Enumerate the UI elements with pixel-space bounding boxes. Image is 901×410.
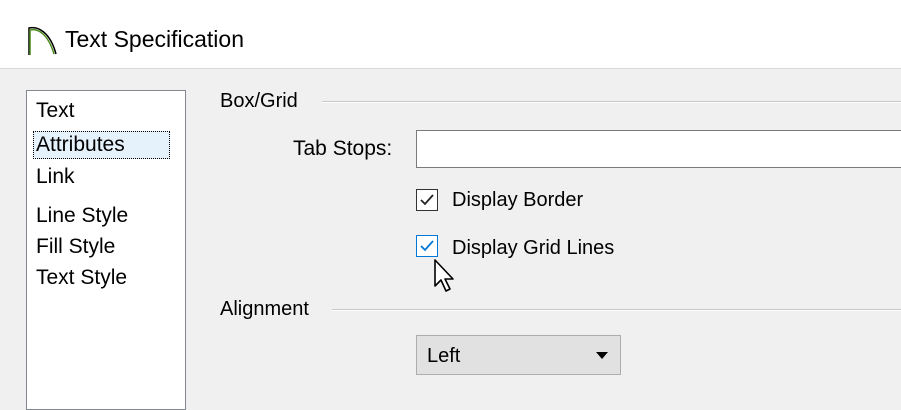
arc-icon [28, 26, 57, 55]
mouse-cursor-icon [434, 259, 454, 292]
display-grid-lines-label[interactable]: Display Grid Lines [452, 234, 614, 262]
sidebar-item-link[interactable]: Link [33, 163, 78, 191]
window-title: Text Specification [65, 26, 244, 52]
checkmark-icon [420, 194, 434, 206]
sidebar-item-text[interactable]: Text [33, 97, 78, 125]
alignment-selected-value: Left [427, 345, 461, 367]
tab-stops-input[interactable] [416, 130, 901, 168]
sidebar-item-text-style[interactable]: Text Style [33, 264, 130, 292]
display-border-checkbox[interactable] [416, 189, 438, 211]
chevron-down-icon [596, 352, 608, 359]
title-bar: Text Specification [0, 0, 901, 69]
checkmark-icon [420, 240, 434, 252]
display-grid-lines-checkbox[interactable] [416, 235, 438, 257]
alignment-divider [332, 309, 901, 311]
alignment-dropdown[interactable]: Left [416, 335, 621, 375]
tab-stops-label: Tab Stops: [293, 137, 393, 160]
box-grid-group-label: Box/Grid [220, 88, 302, 114]
alignment-group-label: Alignment [220, 296, 313, 322]
display-border-label[interactable]: Display Border [452, 186, 583, 214]
category-list[interactable]: Text Attributes Link Line Style Fill Sty… [26, 90, 186, 410]
sidebar-item-line-style[interactable]: Line Style [33, 202, 131, 230]
box-grid-divider [322, 101, 901, 103]
sidebar-item-fill-style[interactable]: Fill Style [33, 233, 118, 261]
sidebar-item-attributes[interactable]: Attributes [33, 131, 170, 159]
